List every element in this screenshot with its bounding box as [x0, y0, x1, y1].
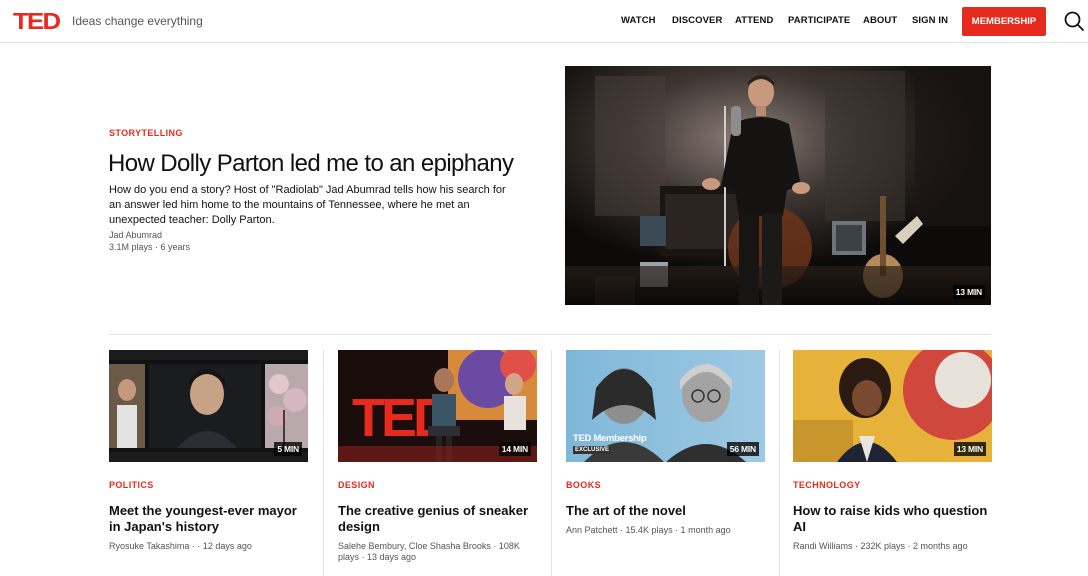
card-title[interactable]: The creative genius of sneaker design — [338, 503, 537, 534]
talk-card: TED Membership EXCLUSIVE 56 MIN BOOKS Th… — [566, 350, 765, 576]
ted-logo-text[interactable]: TED — [13, 9, 61, 33]
talk-thumbnail[interactable]: 5 MIN — [109, 350, 308, 462]
section-divider — [109, 334, 991, 335]
nav-participate[interactable]: PARTICIPATE — [788, 15, 850, 26]
hero-meta: 3.1M plays · 6 years — [109, 242, 191, 252]
card-meta: Ann Patchett · 15.4K plays · 1 month ago — [566, 525, 731, 535]
talk-card: TED 14 MIN DESIGN The creative genius of… — [338, 350, 537, 576]
card-title[interactable]: Meet the youngest-ever mayor in Japan's … — [109, 503, 308, 534]
hero-speaker: Jad Abumrad — [109, 230, 163, 240]
site-header: TED Ideas change everything WATCH DISCOV… — [0, 0, 1088, 43]
membership-watermark: TED Membership — [573, 433, 647, 444]
hero-title[interactable]: How Dolly Parton led me to an epiphany — [108, 150, 514, 178]
card-category[interactable]: BOOKS — [566, 480, 601, 490]
talk-card: 13 MIN TECHNOLOGY How to raise kids who … — [793, 350, 992, 576]
membership-button[interactable]: MEMBERSHIP — [962, 7, 1046, 36]
hero-duration-badge: 13 MIN — [952, 285, 985, 299]
card-category[interactable]: POLITICS — [109, 480, 154, 490]
nav-about[interactable]: ABOUT — [863, 15, 897, 26]
search-icon — [1064, 11, 1084, 31]
ted-logo[interactable]: TED — [13, 9, 61, 33]
column-divider — [551, 350, 552, 576]
nav-sign-in[interactable]: SIGN IN — [912, 15, 948, 26]
nav-discover[interactable]: DISCOVER — [672, 15, 722, 26]
card-category[interactable]: TECHNOLOGY — [793, 480, 861, 490]
hero-description: How do you end a story? Host of "Radiola… — [109, 184, 506, 226]
card-title[interactable]: How to raise kids who question AI — [793, 503, 992, 534]
duration-badge: 56 MIN — [726, 442, 759, 456]
column-divider — [779, 350, 780, 576]
card-category[interactable]: DESIGN — [338, 480, 375, 490]
column-divider — [323, 350, 324, 576]
card-title[interactable]: The art of the novel — [566, 503, 765, 519]
talk-thumbnail[interactable]: 13 MIN — [793, 350, 992, 462]
hero-category[interactable]: STORYTELLING — [109, 128, 183, 138]
search-button[interactable] — [1063, 10, 1085, 32]
duration-badge: 14 MIN — [498, 442, 531, 456]
card-meta: Salehe Bembury, Cloe Shasha Brooks · 108… — [338, 541, 520, 562]
card-meta: Ryosuke Takashima · · 12 days ago — [109, 541, 252, 551]
hero-video-thumbnail[interactable]: 13 MIN — [565, 66, 991, 305]
talk-card: 5 MIN POLITICS Meet the youngest-ever ma… — [109, 350, 308, 576]
talk-thumbnail[interactable]: TED Membership EXCLUSIVE 56 MIN — [566, 350, 765, 462]
exclusive-badge: EXCLUSIVE — [573, 446, 612, 454]
nav-watch[interactable]: WATCH — [621, 15, 656, 26]
tagline: Ideas change everything — [72, 14, 203, 28]
duration-badge: 13 MIN — [953, 442, 986, 456]
card-meta: Randi Williams · 232K plays · 2 months a… — [793, 541, 968, 551]
nav-attend[interactable]: ATTEND — [735, 15, 773, 26]
duration-badge: 5 MIN — [274, 442, 302, 456]
talk-thumbnail[interactable]: TED 14 MIN — [338, 350, 537, 462]
hero-thumbnail-image — [565, 66, 991, 305]
